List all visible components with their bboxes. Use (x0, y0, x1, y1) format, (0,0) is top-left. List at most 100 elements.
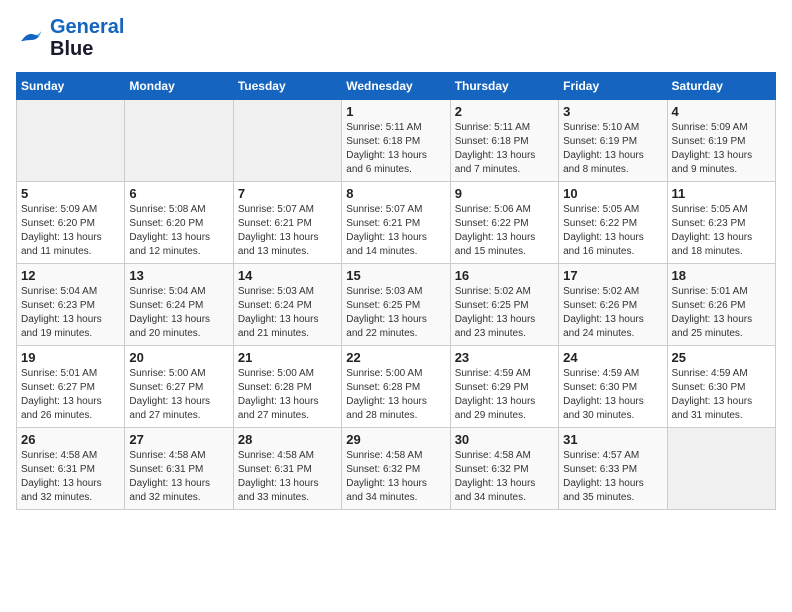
calendar-cell: 3 Sunrise: 5:10 AM Sunset: 6:19 PM Daylig… (559, 100, 667, 182)
calendar-cell: 12Sunrise: 5:04 AM Sunset: 6:23 PM Dayli… (17, 264, 125, 346)
day-number: 3 (563, 104, 662, 119)
calendar-cell (667, 428, 775, 510)
day-number: 10 (563, 186, 662, 201)
day-number: 29 (346, 432, 445, 447)
day-number: 4 (672, 104, 771, 119)
day-info: Sunrise: 5:01 AM Sunset: 6:26 PM Dayligh… (672, 285, 771, 341)
day-info: Sunrise: 5:10 AM Sunset: 6:19 PM Dayligh… (563, 121, 662, 177)
day-number: 15 (346, 268, 445, 283)
calendar-cell: 19Sunrise: 5:01 AM Sunset: 6:27 PM Dayli… (17, 346, 125, 428)
calendar-cell: 1 Sunrise: 5:11 AM Sunset: 6:18 PM Daylig… (342, 100, 450, 182)
calendar-week-row: 12Sunrise: 5:04 AM Sunset: 6:23 PM Dayli… (17, 264, 776, 346)
day-info: Sunrise: 5:02 AM Sunset: 6:26 PM Dayligh… (563, 285, 662, 341)
day-number: 7 (238, 186, 337, 201)
day-number: 13 (129, 268, 228, 283)
calendar-cell: 13 Sunrise: 5:04 AM Sunset: 6:24 PM Dayli… (125, 264, 233, 346)
calendar-cell: 20 Sunrise: 5:00 AM Sunset: 6:27 PM Dayli… (125, 346, 233, 428)
calendar-table: SundayMondayTuesdayWednesdayThursdayFrid… (16, 72, 776, 510)
calendar-cell: 5 Sunrise: 5:09 AM Sunset: 6:20 PM Daylig… (17, 182, 125, 264)
day-info: Sunrise: 5:09 AM Sunset: 6:19 PM Dayligh… (672, 121, 771, 177)
day-info: Sunrise: 5:07 AM Sunset: 6:21 PM Dayligh… (346, 203, 445, 259)
day-info: Sunrise: 4:59 AM Sunset: 6:30 PM Dayligh… (563, 367, 662, 423)
weekday-header-saturday: Saturday (667, 73, 775, 100)
day-info: Sunrise: 5:00 AM Sunset: 6:28 PM Dayligh… (238, 367, 337, 423)
day-info: Sunrise: 5:04 AM Sunset: 6:24 PM Dayligh… (129, 285, 228, 341)
calendar-week-row: 5 Sunrise: 5:09 AM Sunset: 6:20 PM Daylig… (17, 182, 776, 264)
day-number: 24 (563, 350, 662, 365)
calendar-cell: 31 Sunrise: 4:57 AM Sunset: 6:33 PM Dayli… (559, 428, 667, 510)
calendar-cell: 24 Sunrise: 4:59 AM Sunset: 6:30 PM Dayli… (559, 346, 667, 428)
day-info: Sunrise: 5:00 AM Sunset: 6:27 PM Dayligh… (129, 367, 228, 423)
calendar-cell: 9Sunrise: 5:06 AM Sunset: 6:22 PM Daylig… (450, 182, 558, 264)
calendar-cell: 25Sunrise: 4:59 AM Sunset: 6:30 PM Dayli… (667, 346, 775, 428)
day-info: Sunrise: 5:08 AM Sunset: 6:20 PM Dayligh… (129, 203, 228, 259)
calendar-header: SundayMondayTuesdayWednesdayThursdayFrid… (17, 73, 776, 100)
day-number: 26 (21, 432, 120, 447)
weekday-header-wednesday: Wednesday (342, 73, 450, 100)
day-info: Sunrise: 5:03 AM Sunset: 6:25 PM Dayligh… (346, 285, 445, 341)
day-info: Sunrise: 5:11 AM Sunset: 6:18 PM Dayligh… (455, 121, 554, 177)
day-number: 8 (346, 186, 445, 201)
day-info: Sunrise: 5:05 AM Sunset: 6:23 PM Dayligh… (672, 203, 771, 259)
calendar-cell (17, 100, 125, 182)
day-info: Sunrise: 5:00 AM Sunset: 6:28 PM Dayligh… (346, 367, 445, 423)
day-number: 14 (238, 268, 337, 283)
day-info: Sunrise: 4:58 AM Sunset: 6:31 PM Dayligh… (21, 449, 120, 505)
logo-icon (16, 28, 46, 48)
day-number: 17 (563, 268, 662, 283)
weekday-header-friday: Friday (559, 73, 667, 100)
day-number: 25 (672, 350, 771, 365)
calendar-cell: 22Sunrise: 5:00 AM Sunset: 6:28 PM Dayli… (342, 346, 450, 428)
calendar-cell: 18 Sunrise: 5:01 AM Sunset: 6:26 PM Dayli… (667, 264, 775, 346)
day-number: 2 (455, 104, 554, 119)
weekday-header-row: SundayMondayTuesdayWednesdayThursdayFrid… (17, 73, 776, 100)
day-number: 21 (238, 350, 337, 365)
calendar-cell (125, 100, 233, 182)
day-number: 5 (21, 186, 120, 201)
day-info: Sunrise: 4:58 AM Sunset: 6:31 PM Dayligh… (238, 449, 337, 505)
day-number: 6 (129, 186, 228, 201)
logo: General Blue (16, 16, 124, 60)
day-info: Sunrise: 5:05 AM Sunset: 6:22 PM Dayligh… (563, 203, 662, 259)
calendar-cell: 21 Sunrise: 5:00 AM Sunset: 6:28 PM Dayli… (233, 346, 341, 428)
calendar-cell: 14 Sunrise: 5:03 AM Sunset: 6:24 PM Dayli… (233, 264, 341, 346)
weekday-header-monday: Monday (125, 73, 233, 100)
calendar-cell: 10 Sunrise: 5:05 AM Sunset: 6:22 PM Dayli… (559, 182, 667, 264)
day-info: Sunrise: 5:03 AM Sunset: 6:24 PM Dayligh… (238, 285, 337, 341)
day-number: 20 (129, 350, 228, 365)
calendar-cell: 2 Sunrise: 5:11 AM Sunset: 6:18 PM Daylig… (450, 100, 558, 182)
weekday-header-sunday: Sunday (17, 73, 125, 100)
day-number: 31 (563, 432, 662, 447)
calendar-cell: 4 Sunrise: 5:09 AM Sunset: 6:19 PM Daylig… (667, 100, 775, 182)
day-info: Sunrise: 4:58 AM Sunset: 6:32 PM Dayligh… (346, 449, 445, 505)
day-info: Sunrise: 4:57 AM Sunset: 6:33 PM Dayligh… (563, 449, 662, 505)
calendar-week-row: 26 Sunrise: 4:58 AM Sunset: 6:31 PM Dayli… (17, 428, 776, 510)
day-number: 16 (455, 268, 554, 283)
calendar-cell: 23Sunrise: 4:59 AM Sunset: 6:29 PM Dayli… (450, 346, 558, 428)
day-number: 1 (346, 104, 445, 119)
calendar-cell: 16 Sunrise: 5:02 AM Sunset: 6:25 PM Dayli… (450, 264, 558, 346)
day-info: Sunrise: 5:01 AM Sunset: 6:27 PM Dayligh… (21, 367, 120, 423)
day-info: Sunrise: 4:58 AM Sunset: 6:32 PM Dayligh… (455, 449, 554, 505)
calendar-cell: 6 Sunrise: 5:08 AM Sunset: 6:20 PM Daylig… (125, 182, 233, 264)
day-number: 11 (672, 186, 771, 201)
weekday-header-tuesday: Tuesday (233, 73, 341, 100)
day-number: 12 (21, 268, 120, 283)
day-number: 18 (672, 268, 771, 283)
day-info: Sunrise: 5:07 AM Sunset: 6:21 PM Dayligh… (238, 203, 337, 259)
logo-text: General Blue (50, 16, 124, 60)
calendar-body: 1 Sunrise: 5:11 AM Sunset: 6:18 PM Daylig… (17, 100, 776, 510)
calendar-cell: 29 Sunrise: 4:58 AM Sunset: 6:32 PM Dayli… (342, 428, 450, 510)
calendar-cell: 8 Sunrise: 5:07 AM Sunset: 6:21 PM Daylig… (342, 182, 450, 264)
calendar-week-row: 1 Sunrise: 5:11 AM Sunset: 6:18 PM Daylig… (17, 100, 776, 182)
calendar-cell: 28Sunrise: 4:58 AM Sunset: 6:31 PM Dayli… (233, 428, 341, 510)
day-info: Sunrise: 5:02 AM Sunset: 6:25 PM Dayligh… (455, 285, 554, 341)
calendar-cell: 17 Sunrise: 5:02 AM Sunset: 6:26 PM Dayli… (559, 264, 667, 346)
day-number: 27 (129, 432, 228, 447)
calendar-cell (233, 100, 341, 182)
day-info: Sunrise: 4:59 AM Sunset: 6:29 PM Dayligh… (455, 367, 554, 423)
calendar-cell: 27Sunrise: 4:58 AM Sunset: 6:31 PM Dayli… (125, 428, 233, 510)
day-info: Sunrise: 5:11 AM Sunset: 6:18 PM Dayligh… (346, 121, 445, 177)
day-info: Sunrise: 5:09 AM Sunset: 6:20 PM Dayligh… (21, 203, 120, 259)
weekday-header-thursday: Thursday (450, 73, 558, 100)
